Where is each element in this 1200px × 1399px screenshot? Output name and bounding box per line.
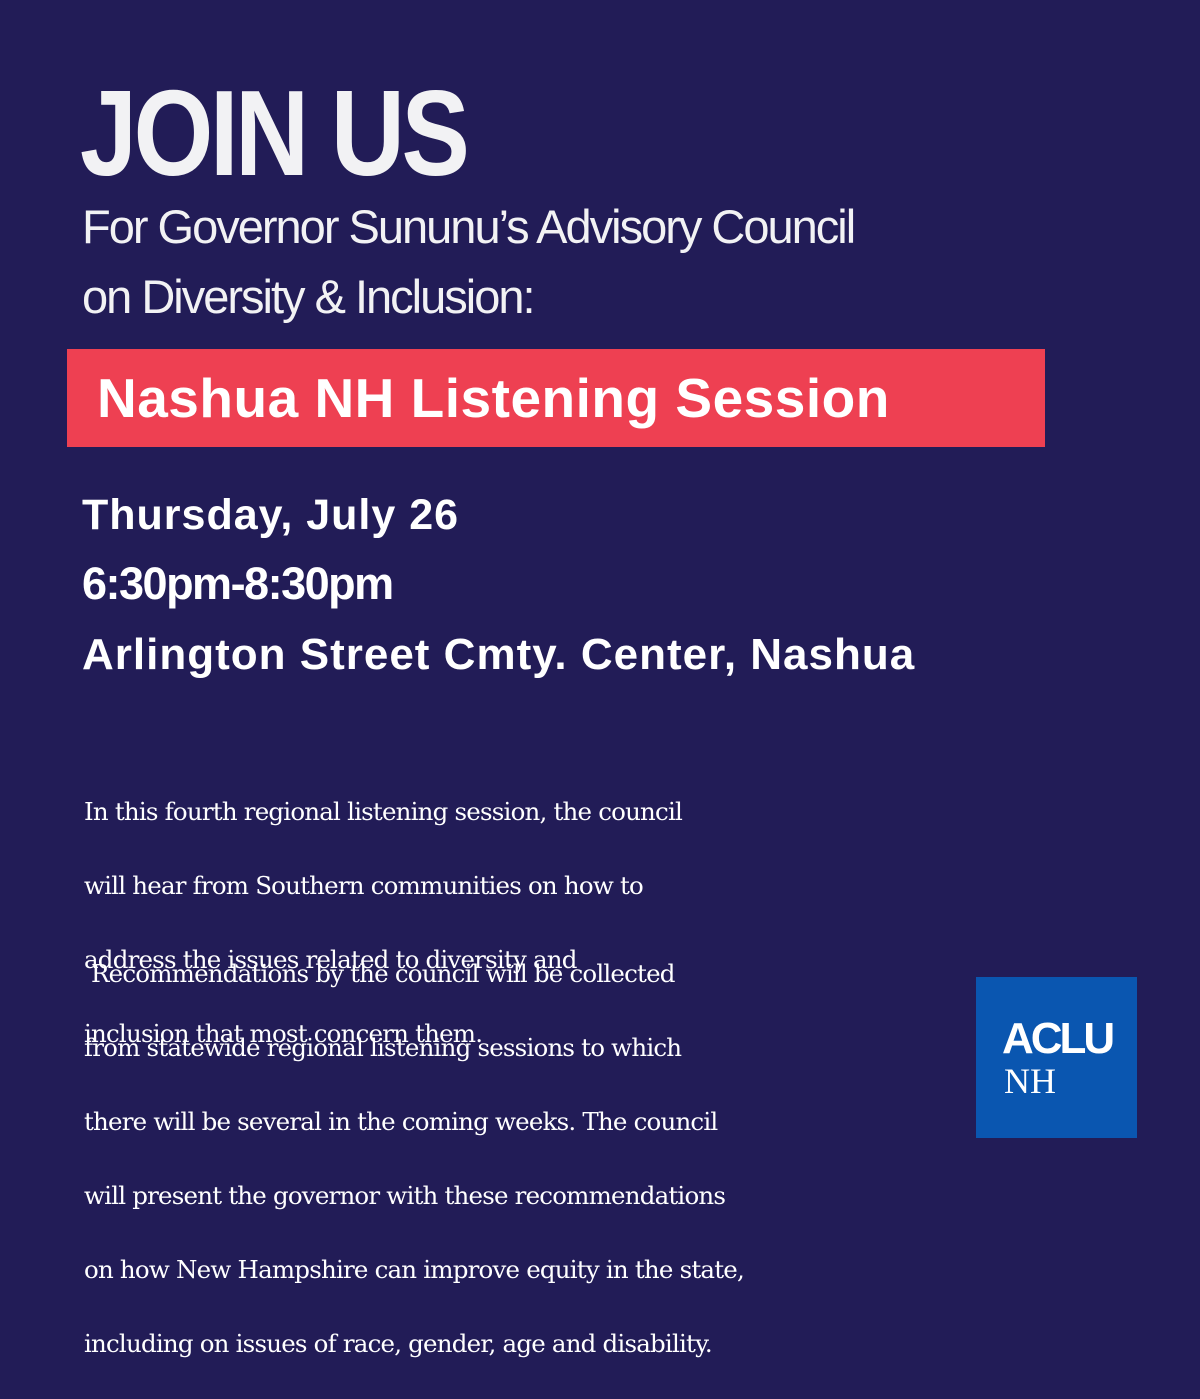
description-line: Recommendations by the council will be c… — [84, 959, 675, 988]
logo-nh-text: NH — [1004, 1061, 1056, 1101]
description-line: will present the governor with these rec… — [84, 1181, 726, 1210]
description-line: In this fourth regional listening sessio… — [84, 797, 683, 826]
event-time: 6:30pm-8:30pm — [82, 558, 394, 609]
event-location: Arlington Street Cmty. Center, Nashua — [82, 630, 916, 679]
session-banner: Nashua NH Listening Session — [67, 349, 1045, 447]
event-date: Thursday, July 26 — [82, 491, 460, 539]
logo-aclu-text: ACLU — [1002, 1014, 1115, 1063]
description-line: will hear from Southern communities on h… — [84, 871, 644, 900]
description-line: including on issues of race, gender, age… — [84, 1329, 713, 1358]
subheading-line-2: on Diversity & Inclusion: — [82, 270, 536, 323]
description-line: on how New Hampshire can improve equity … — [84, 1255, 745, 1284]
headline: JOIN US — [80, 65, 470, 201]
subheading-line-1: For Governor Sununu’s Advisory Council — [82, 200, 856, 253]
description-paragraph-2: Recommendations by the council will be c… — [84, 918, 745, 1399]
session-title: Nashua NH Listening Session — [97, 367, 890, 429]
aclu-nh-logo: ACLU NH — [976, 977, 1137, 1138]
description-line: there will be several in the coming week… — [84, 1107, 718, 1136]
description-line: from statewide regional listening sessio… — [84, 1033, 682, 1062]
